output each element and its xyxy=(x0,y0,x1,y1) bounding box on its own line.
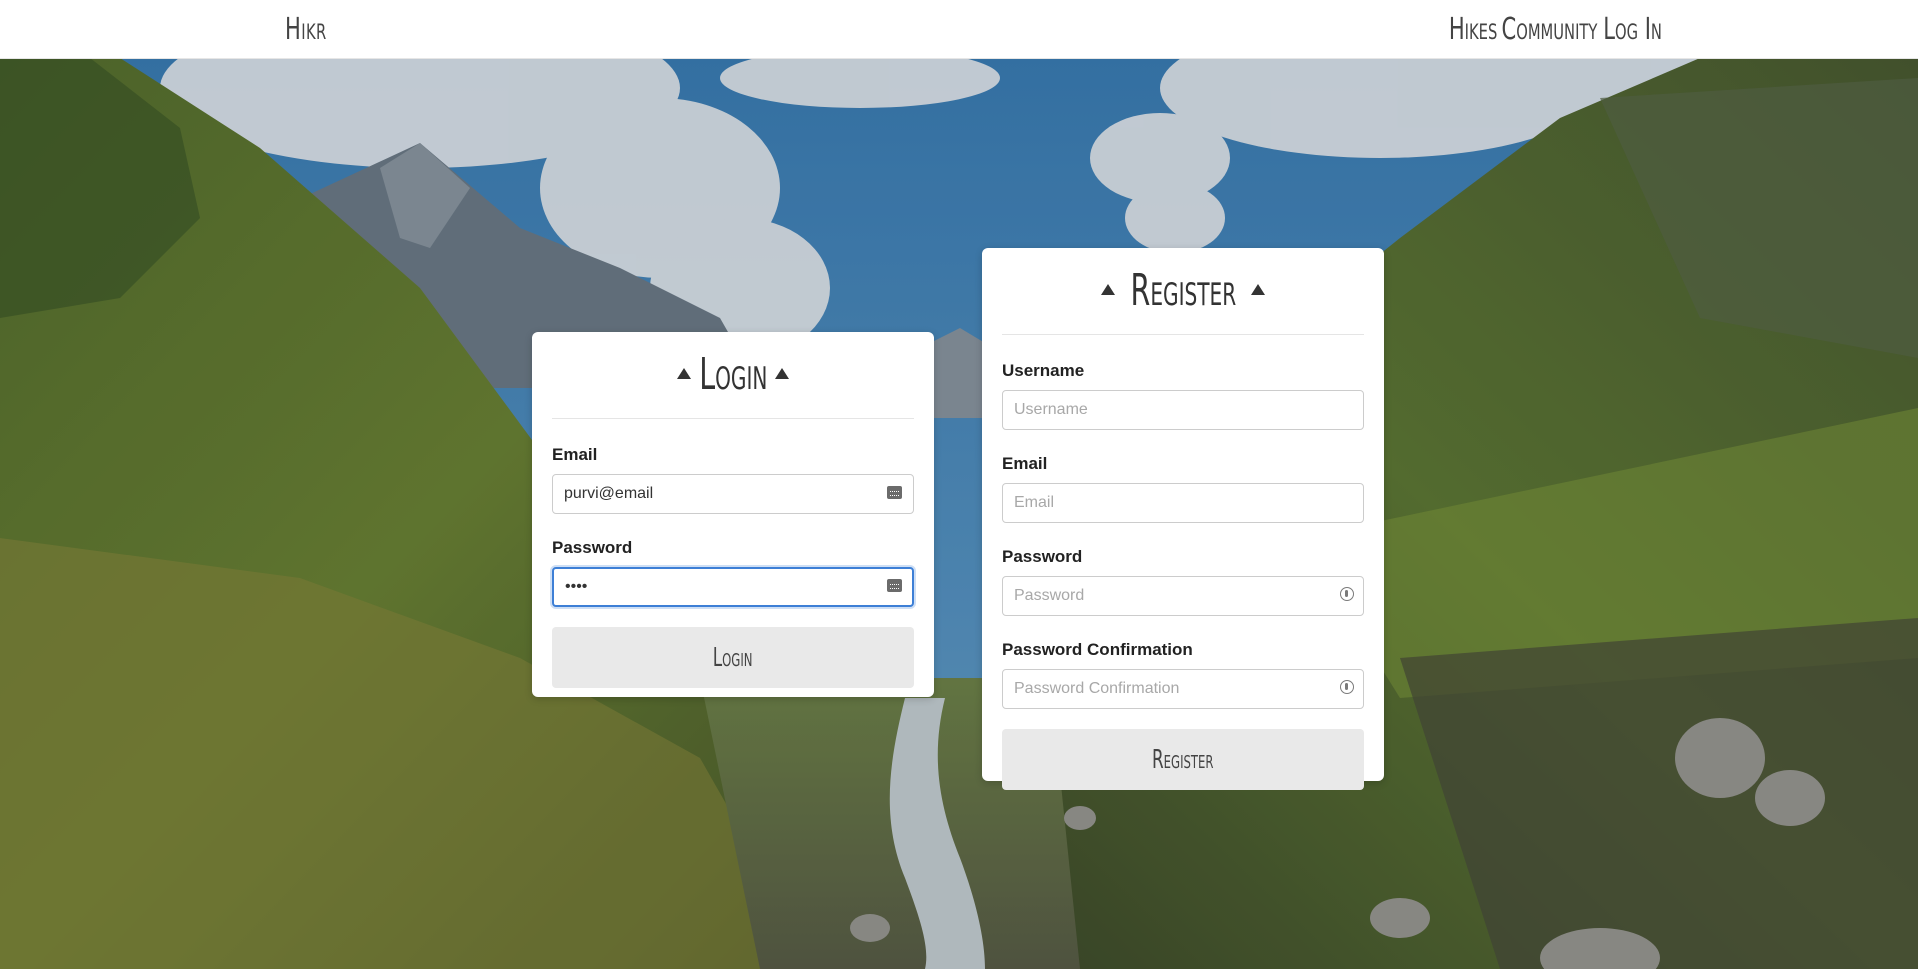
mountain-icon xyxy=(774,367,789,379)
login-password-input[interactable] xyxy=(552,567,914,607)
mountain-icon xyxy=(1101,283,1116,295)
register-confirm-wrap xyxy=(1002,669,1364,709)
register-email-label: Email xyxy=(1002,454,1048,473)
register-password-input[interactable] xyxy=(1002,576,1364,616)
register-confirm-label: Password Confirmation xyxy=(1002,640,1193,659)
login-button-label: Login xyxy=(713,642,753,673)
top-navbar: Hikr Hikes Community Log In xyxy=(0,0,1918,59)
register-button[interactable]: Register xyxy=(1002,729,1364,790)
register-password-wrap xyxy=(1002,576,1364,616)
register-title: Register xyxy=(1130,265,1236,316)
login-card: Login Email Password Login xyxy=(532,332,934,697)
login-email-label: Email xyxy=(552,445,598,464)
register-email-wrap xyxy=(1002,483,1364,523)
login-button[interactable]: Login xyxy=(552,627,914,688)
login-password-wrap xyxy=(552,567,914,607)
register-username-wrap xyxy=(1002,390,1364,430)
autofill-key-icon[interactable] xyxy=(887,486,902,499)
login-card-header: Login xyxy=(552,332,914,419)
nav-link-community[interactable]: Community xyxy=(1501,12,1597,47)
register-card-header: Register xyxy=(1002,248,1364,335)
mountain-icon xyxy=(677,367,692,379)
password-manager-icon[interactable] xyxy=(1340,680,1354,694)
register-username-label: Username xyxy=(1002,361,1085,380)
autofill-key-icon[interactable] xyxy=(887,579,902,592)
register-confirm-input[interactable] xyxy=(1002,669,1364,709)
register-email-input[interactable] xyxy=(1002,483,1364,523)
nav-links: Hikes Community Log In xyxy=(1448,12,1661,47)
nav-link-login[interactable]: Log In xyxy=(1603,12,1662,47)
nav-link-hikes[interactable]: Hikes xyxy=(1448,12,1497,47)
login-email-input[interactable] xyxy=(552,474,914,514)
login-title: Login xyxy=(698,349,768,400)
register-password-label: Password xyxy=(1002,547,1083,566)
password-manager-icon[interactable] xyxy=(1340,587,1354,601)
mountain-background-image xyxy=(0,58,1918,969)
login-password-label: Password xyxy=(552,538,633,557)
mountain-icon xyxy=(1250,283,1265,295)
register-card: Register Username Email Password Passwor… xyxy=(982,248,1384,790)
brand-logo-link[interactable]: Hikr xyxy=(285,12,327,47)
login-email-wrap xyxy=(552,474,914,514)
register-button-label: Register xyxy=(1152,744,1214,775)
register-username-input[interactable] xyxy=(1002,390,1364,430)
